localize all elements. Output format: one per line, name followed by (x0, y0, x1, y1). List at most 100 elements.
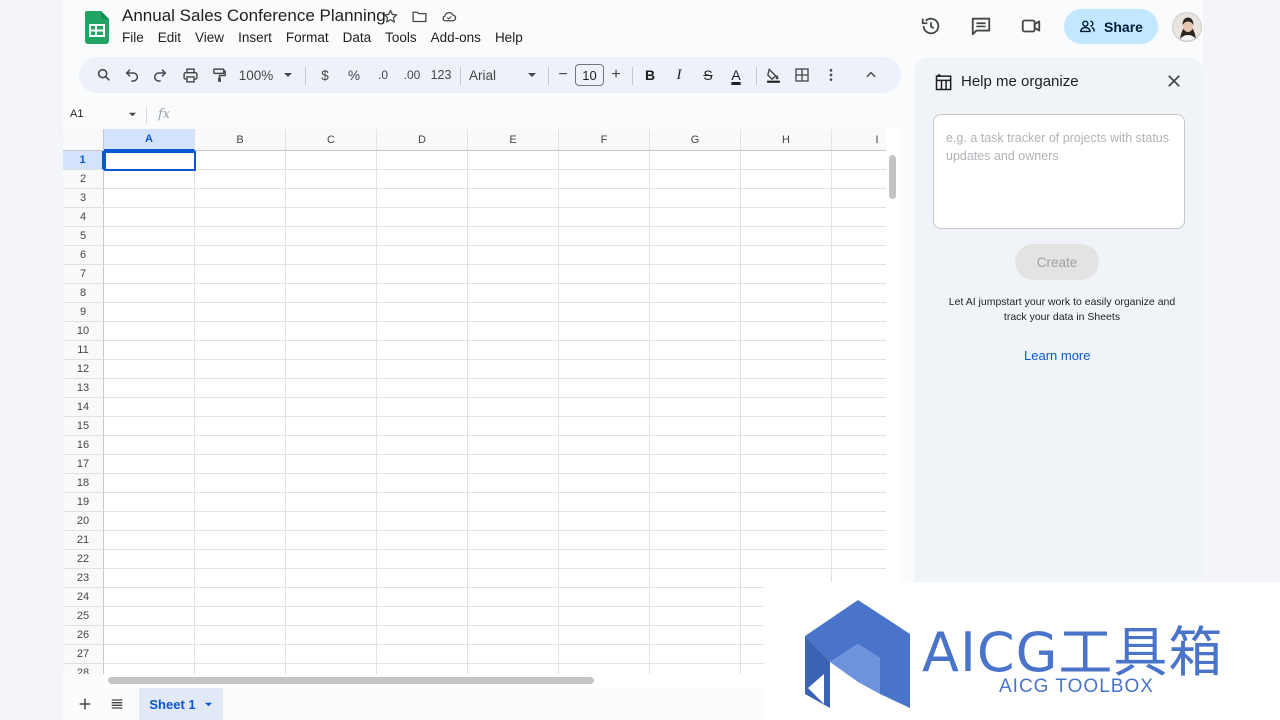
history-icon[interactable] (920, 15, 942, 37)
formula-bar-divider (146, 106, 147, 124)
font-size-input[interactable]: 10 (575, 64, 604, 86)
row-header[interactable]: 27 (63, 645, 104, 664)
folder-icon[interactable] (411, 8, 428, 25)
column-header[interactable]: D (377, 129, 468, 151)
row-header[interactable]: 4 (63, 208, 104, 227)
menu-insert[interactable]: Insert (238, 30, 279, 45)
row-header[interactable]: 21 (63, 531, 104, 550)
more-options-icon[interactable] (821, 57, 841, 93)
paint-format-icon[interactable] (208, 57, 230, 93)
grid-row-line (104, 492, 886, 493)
undo-icon[interactable] (121, 57, 143, 93)
row-header[interactable]: 7 (63, 265, 104, 284)
star-icon[interactable] (382, 8, 399, 25)
column-header[interactable]: H (741, 129, 832, 151)
menu-help[interactable]: Help (495, 30, 530, 45)
column-header[interactable]: B (195, 129, 286, 151)
watermark-subtitle: AICG TOOLBOX (999, 676, 1154, 697)
cloud-icon[interactable] (440, 8, 458, 25)
column-header[interactable]: I (832, 129, 886, 151)
column-header[interactable]: E (468, 129, 559, 151)
increase-decimal-button[interactable]: .00 (399, 57, 425, 93)
sheets-logo-icon[interactable] (85, 11, 109, 44)
all-sheets-icon[interactable] (109, 696, 125, 712)
zoom-dropdown-icon[interactable] (281, 57, 295, 93)
fill-color-icon[interactable] (763, 57, 783, 93)
menu-tools[interactable]: Tools (385, 30, 424, 45)
row-header[interactable]: 24 (63, 588, 104, 607)
increase-font-size-button[interactable]: + (608, 57, 624, 93)
bold-button[interactable]: B (640, 57, 660, 93)
font-family-select[interactable]: Arial (469, 57, 499, 93)
panel-title: Help me organize (961, 73, 1079, 90)
row-header[interactable]: 17 (63, 455, 104, 474)
row-header[interactable]: 14 (63, 398, 104, 417)
row-header[interactable]: 12 (63, 360, 104, 379)
share-button[interactable]: Share (1064, 9, 1158, 44)
comment-icon[interactable] (970, 15, 992, 37)
italic-button[interactable]: I (669, 57, 689, 93)
collapse-toolbar-icon[interactable] (861, 57, 881, 93)
row-header[interactable]: 9 (63, 303, 104, 322)
column-header[interactable]: C (286, 129, 377, 151)
currency-button[interactable]: $ (315, 57, 335, 93)
selected-cell[interactable] (104, 151, 196, 171)
menu-file[interactable]: File (122, 30, 151, 45)
row-header[interactable]: 3 (63, 189, 104, 208)
row-header[interactable]: 23 (63, 569, 104, 588)
row-header[interactable]: 20 (63, 512, 104, 531)
learn-more-link[interactable]: Learn more (1024, 348, 1090, 363)
select-all-corner[interactable] (63, 129, 104, 151)
column-header[interactable]: F (559, 129, 650, 151)
borders-icon[interactable] (792, 57, 812, 93)
row-header[interactable]: 19 (63, 493, 104, 512)
number-format-button[interactable]: 123 (429, 57, 453, 93)
search-menus-icon[interactable] (93, 57, 115, 93)
row-header[interactable]: 22 (63, 550, 104, 569)
row-header[interactable]: 10 (63, 322, 104, 341)
menu-view[interactable]: View (195, 30, 231, 45)
close-icon[interactable] (1165, 72, 1183, 90)
zoom-value[interactable]: 100% (238, 57, 274, 93)
row-header[interactable]: 6 (63, 246, 104, 265)
add-sheet-icon[interactable] (77, 696, 93, 712)
menu-addons[interactable]: Add-ons (431, 30, 488, 45)
name-box-dropdown-icon[interactable] (128, 110, 137, 119)
spreadsheet-grid[interactable]: A B C D E F G H I 1 2 3 4 5 6 7 8 9 10 11 12 13 14 15 16 17 18 19 20… (63, 129, 886, 674)
name-box[interactable]: A1 (70, 108, 83, 120)
row-header[interactable]: 11 (63, 341, 104, 360)
percent-button[interactable]: % (343, 57, 365, 93)
row-header[interactable]: 13 (63, 379, 104, 398)
menu-format[interactable]: Format (286, 30, 336, 45)
document-title[interactable]: Annual Sales Conference Planning (122, 6, 386, 26)
row-header[interactable]: 15 (63, 417, 104, 436)
row-header[interactable]: 16 (63, 436, 104, 455)
sheet-tab-dropdown-icon[interactable] (204, 700, 213, 709)
row-header[interactable]: 5 (63, 227, 104, 246)
row-header[interactable]: 18 (63, 474, 104, 493)
decrease-font-size-button[interactable]: − (555, 57, 571, 93)
row-header[interactable]: 2 (63, 170, 104, 189)
print-icon[interactable] (179, 57, 201, 93)
vertical-scroll-thumb[interactable] (889, 155, 896, 199)
font-dropdown-icon[interactable] (525, 57, 539, 93)
row-header[interactable]: 8 (63, 284, 104, 303)
horizontal-scroll-thumb[interactable] (108, 677, 594, 684)
prompt-input[interactable] (946, 129, 1174, 219)
create-button[interactable]: Create (1015, 244, 1099, 280)
redo-icon[interactable] (149, 57, 171, 93)
sheet-tab-active[interactable]: Sheet 1 (139, 688, 223, 720)
column-header[interactable]: A (104, 129, 195, 151)
meet-icon[interactable] (1020, 15, 1042, 37)
avatar[interactable] (1172, 12, 1202, 42)
row-header[interactable]: 1 (63, 151, 104, 170)
row-header[interactable]: 26 (63, 626, 104, 645)
menu-data[interactable]: Data (343, 30, 379, 45)
text-color-button[interactable]: A (726, 57, 746, 93)
menu-edit[interactable]: Edit (158, 30, 188, 45)
row-header[interactable]: 25 (63, 607, 104, 626)
column-header[interactable]: G (650, 129, 741, 151)
strikethrough-button[interactable]: S (698, 57, 718, 93)
row-header[interactable]: 28 (63, 664, 104, 674)
decrease-decimal-button[interactable]: .0 (371, 57, 395, 93)
